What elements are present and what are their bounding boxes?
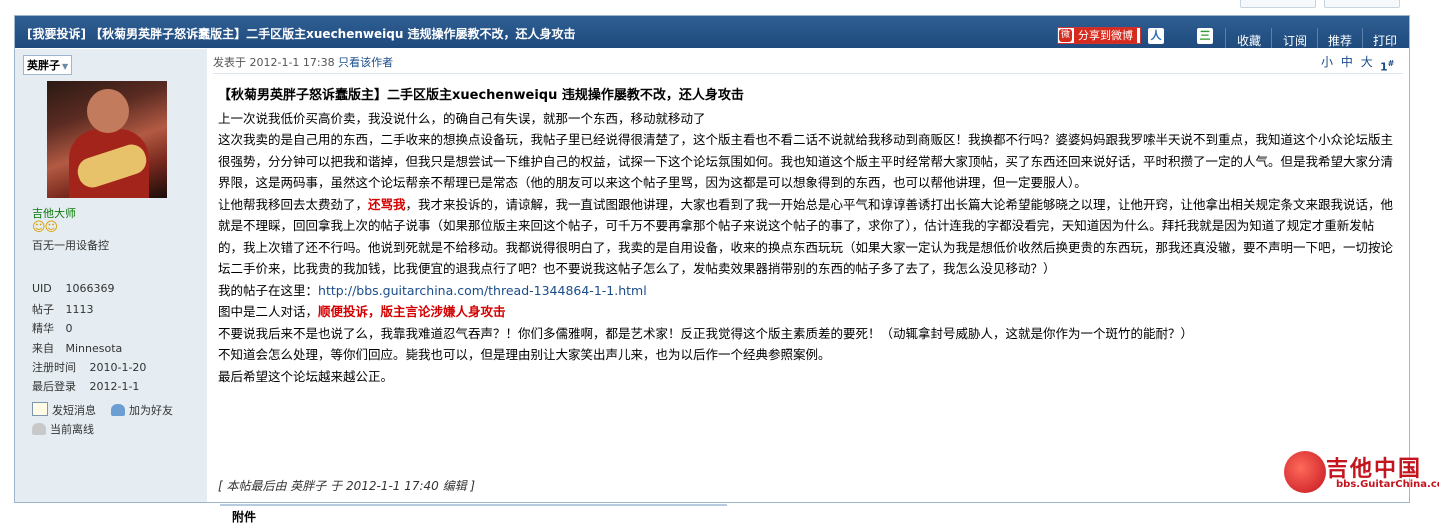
divider: [213, 73, 1403, 74]
paragraph: 这次我卖的是自己用的东西，二手收来的想换点设备玩，我帖子里已经说得很清楚了，这个…: [218, 132, 1394, 190]
paragraph: 上一次说我低价买高价卖，我没说什么，的确自己有失误，就那一个东西，移动就移动了: [218, 110, 706, 126]
edit-note: [ 本帖最后由 英胖子 于 2012-1-1 17:40 编辑 ]: [218, 479, 476, 493]
weibo-icon: 微: [1059, 29, 1072, 42]
thread-title-bar: [我要投诉] 【秋菊男英胖子怒诉蠢版主】二手区版主xuechenweiqu 违规…: [15, 16, 1409, 48]
send-pm-button[interactable]: 发短消息: [32, 402, 96, 418]
author-name: 英胖子: [27, 59, 60, 72]
right-scroll-area: [1411, 15, 1439, 501]
divider: [1271, 28, 1272, 48]
envelope-icon: [32, 402, 48, 416]
thread-title: [我要投诉] 【秋菊男英胖子怒诉蠢版主】二手区版主xuechenweiqu 违规…: [27, 27, 576, 41]
rank-stars-icon: ☺☺: [32, 220, 58, 235]
floor-number[interactable]: 1#: [1380, 59, 1394, 74]
stat-register-date: 注册时间 2010-1-20: [32, 361, 147, 374]
guitar-logo-icon: [1284, 451, 1326, 493]
prev-button-stub[interactable]: [1240, 0, 1316, 8]
paragraph: 不知道会怎么处理，等你们回应。毙我也可以，但是理由别让大家笑出声儿来，也为以后作…: [218, 347, 831, 362]
stat-location: 来自 Minnesota: [32, 342, 123, 355]
add-user-icon: [111, 404, 125, 416]
stat-posts: 帖子 1113: [32, 303, 94, 316]
sohu-icon[interactable]: 三: [1197, 28, 1213, 44]
site-logo: 吉他中国 bbs.GuitarChina.com: [1284, 451, 1439, 497]
author-name-menu[interactable]: 英胖子 ▼: [23, 55, 73, 75]
divider: [1362, 28, 1363, 48]
post-content: 发表于 2012-1-1 17:38 只看该作者 小 中 大 1# 【秋菊男英胖…: [208, 49, 1409, 524]
post-container: [我要投诉] 【秋菊男英胖子怒诉蠢版主】二手区版主xuechenweiqu 违规…: [14, 15, 1410, 524]
post-heading: 【秋菊男英胖子怒诉蠢版主】二手区版主xuechenweiqu 违规操作屡教不改，…: [218, 88, 744, 103]
paragraph: 让他帮我移回去太费劲了，还骂我，我才来投诉的，请谅解，我一直试图跟他讲理，大家也…: [218, 196, 1394, 277]
only-author-link[interactable]: 只看该作者: [338, 56, 393, 69]
post-date: 发表于 2012-1-1 17:38: [213, 56, 335, 69]
chevron-down-icon: ▼: [62, 62, 69, 71]
font-medium-link[interactable]: 中: [1341, 55, 1353, 69]
divider: [1317, 28, 1318, 48]
thread-link[interactable]: http://bbs.guitarchina.com/thread-134486…: [318, 283, 647, 298]
subscribe-link[interactable]: 订阅: [1283, 32, 1307, 49]
author-custom-title: 百无一用设备控: [32, 239, 109, 252]
avatar[interactable]: [47, 81, 167, 198]
online-status: 当前离线: [32, 421, 94, 437]
author-panel: 英胖子 ▼ 吉他大师 ☺☺ 百无一用设备控 UID 1066369 帖子 1113…: [15, 49, 207, 502]
logo-url: bbs.GuitarChina.com: [1336, 479, 1439, 490]
favorite-link[interactable]: 收藏: [1237, 32, 1261, 49]
user-offline-icon: [32, 423, 46, 435]
share-weibo-label: 分享到微博: [1074, 28, 1137, 43]
stat-last-login: 最后登录 2012-1-1: [32, 380, 140, 393]
stat-uid: UID 1066369: [32, 282, 115, 295]
post-meta: 发表于 2012-1-1 17:38 只看该作者: [213, 54, 393, 70]
tencent-icon[interactable]: 人: [1148, 28, 1164, 44]
font-large-link[interactable]: 大: [1361, 55, 1373, 69]
paragraph: 图中是二人对话，顺便投诉，版主言论涉嫌人身攻击: [218, 304, 506, 319]
attachment-label: 附件: [232, 510, 257, 524]
print-link[interactable]: 打印: [1373, 32, 1397, 49]
font-small-link[interactable]: 小: [1321, 55, 1333, 69]
divider: [1225, 28, 1226, 48]
highlight-text: 还骂我: [368, 196, 406, 212]
post-body: 【秋菊男英胖子怒诉蠢版主】二手区版主xuechenweiqu 违规操作屡教不改，…: [218, 85, 1396, 387]
add-friend-button[interactable]: 加为好友: [111, 402, 173, 418]
attachment-box: 附件: [220, 504, 727, 524]
next-button-stub[interactable]: [1324, 0, 1400, 8]
paragraph: 不要说我后来不是也说了么，我靠我难道忍气吞声？！你们多儒雅啊，都是艺术家！反正我…: [218, 325, 1194, 341]
top-toolbar-strip: [0, 0, 1439, 10]
share-weibo-button[interactable]: 微分享到微博: [1057, 27, 1141, 44]
recommend-link[interactable]: 推荐: [1328, 32, 1352, 49]
highlight-text: 顺便投诉，版主言论涉嫌人身攻击: [318, 304, 506, 319]
author-rank: 吉他大师: [32, 207, 76, 220]
font-size-switcher: 小 中 大: [1321, 53, 1373, 70]
paragraph: 我的帖子在这里：http://bbs.guitarchina.com/threa…: [218, 282, 647, 298]
stat-digest: 精华 0: [32, 322, 73, 335]
paragraph: 最后希望这个论坛越来越公正。: [218, 368, 394, 384]
